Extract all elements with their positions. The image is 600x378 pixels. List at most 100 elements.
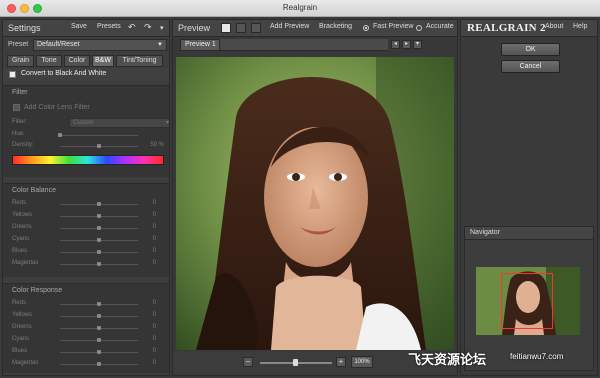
tab-color[interactable]: Color bbox=[64, 55, 90, 67]
navigator-thumbnail[interactable] bbox=[476, 267, 580, 335]
settings-header: Settings Save Presets ↶ ↷ ▾ bbox=[3, 20, 169, 37]
balance-magentas-value: 0 bbox=[152, 260, 156, 266]
redo-icon[interactable]: ↷ bbox=[144, 22, 152, 33]
response-magentas-label: Magentas bbox=[12, 360, 39, 366]
preview-tab-strip bbox=[220, 39, 388, 51]
density-track[interactable] bbox=[60, 144, 138, 148]
response-reds-knob[interactable] bbox=[97, 302, 101, 306]
response-magentas-track[interactable] bbox=[60, 362, 138, 366]
fast-preview-label: Fast Preview bbox=[373, 23, 414, 30]
balance-magentas-label: Magentas bbox=[12, 260, 39, 266]
filter-value: Custom bbox=[73, 120, 94, 126]
zoom-in-button[interactable]: + bbox=[336, 357, 346, 367]
hue-track[interactable] bbox=[58, 133, 138, 137]
balance-magentas-knob[interactable] bbox=[97, 262, 101, 266]
preview-tab-1[interactable]: Preview 1 bbox=[180, 39, 220, 51]
balance-magentas-row: Magentas 0 bbox=[12, 259, 164, 269]
zoom-knob[interactable] bbox=[293, 359, 298, 366]
balance-yellows-track[interactable] bbox=[60, 214, 138, 218]
watermark-text: 飞天资源论坛 bbox=[408, 352, 487, 367]
undo-icon[interactable]: ↶ bbox=[128, 22, 136, 33]
zoom-level-select[interactable]: 100% bbox=[351, 356, 373, 368]
add-lens-filter-checkbox[interactable] bbox=[13, 104, 20, 111]
balance-greens-knob[interactable] bbox=[97, 226, 101, 230]
tab-next-icon[interactable]: ▸ bbox=[402, 40, 411, 49]
response-cyans-track[interactable] bbox=[60, 338, 138, 342]
presets-button[interactable]: Presets bbox=[97, 23, 121, 30]
balance-magentas-track[interactable] bbox=[60, 262, 138, 266]
density-knob[interactable] bbox=[97, 144, 101, 148]
response-yellows-knob[interactable] bbox=[97, 314, 101, 318]
balance-reds-track[interactable] bbox=[60, 202, 138, 206]
preview-title: Preview bbox=[178, 23, 211, 33]
density-label: Density: bbox=[12, 142, 34, 148]
convert-bw-checkbox[interactable] bbox=[9, 71, 16, 78]
color-balance-title: Color Balance bbox=[12, 187, 56, 194]
balance-greens-track[interactable] bbox=[60, 226, 138, 230]
balance-reds-knob[interactable] bbox=[97, 202, 101, 206]
balance-blues-track[interactable] bbox=[60, 250, 138, 254]
balance-cyans-value: 0 bbox=[152, 236, 156, 242]
preview-header: Preview Add Preview Bracketing Fast Prev… bbox=[173, 20, 457, 37]
portrait-photo bbox=[176, 57, 454, 350]
color-spectrum-bar[interactable] bbox=[12, 155, 164, 165]
add-lens-filter-label: Add Color Lens Filter bbox=[24, 104, 90, 111]
response-magentas-row: Magentas 0 bbox=[12, 359, 164, 369]
response-cyans-label: Cyans bbox=[12, 336, 30, 342]
response-yellows-track[interactable] bbox=[60, 314, 138, 318]
preset-select[interactable]: Default/Reset ▼ bbox=[33, 39, 167, 51]
response-blues-knob[interactable] bbox=[97, 350, 101, 354]
balance-blues-knob[interactable] bbox=[97, 250, 101, 254]
single-view-icon[interactable] bbox=[221, 23, 231, 33]
response-cyans-knob[interactable] bbox=[97, 338, 101, 342]
response-yellows-row: Yellows 0 bbox=[12, 311, 164, 321]
preview-image[interactable] bbox=[176, 57, 454, 350]
split-horizontal-icon[interactable] bbox=[236, 23, 246, 33]
response-magentas-knob[interactable] bbox=[97, 362, 101, 366]
balance-yellows-knob[interactable] bbox=[97, 214, 101, 218]
tab-grain[interactable]: Grain bbox=[7, 55, 34, 67]
balance-cyans-track[interactable] bbox=[60, 238, 138, 242]
tab-tint-toning[interactable]: Tint/Toning bbox=[116, 55, 163, 67]
cancel-button[interactable]: Cancel bbox=[501, 60, 560, 73]
balance-cyans-knob[interactable] bbox=[97, 238, 101, 242]
hue-knob[interactable] bbox=[58, 133, 62, 137]
zoom-out-button[interactable]: − bbox=[243, 357, 253, 367]
bracketing-button[interactable]: Bracketing bbox=[319, 23, 352, 30]
response-blues-track[interactable] bbox=[60, 350, 138, 354]
response-greens-track[interactable] bbox=[60, 326, 138, 330]
hue-label: Hue: bbox=[12, 131, 25, 137]
fast-preview-radio[interactable] bbox=[363, 25, 369, 31]
balance-reds-label: Reds bbox=[12, 200, 27, 206]
navigator-viewport-rect[interactable] bbox=[501, 273, 553, 329]
balance-yellows-value: 0 bbox=[152, 212, 156, 218]
preset-row: Preset Default/Reset ▼ bbox=[3, 37, 169, 53]
about-button[interactable]: About bbox=[545, 23, 563, 30]
chevron-down-icon[interactable]: ▾ bbox=[160, 24, 164, 32]
filter-select[interactable]: Custom ▾ bbox=[69, 118, 169, 128]
save-button[interactable]: Save bbox=[71, 23, 87, 30]
convert-bw-row: Convert to Black And White bbox=[3, 68, 169, 81]
settings-panel: Settings Save Presets ↶ ↷ ▾ Preset Defau… bbox=[2, 19, 170, 376]
tab-menu-icon[interactable]: ▾ bbox=[413, 40, 422, 49]
right-panel: REALGRAIN 2 About Help OK Cancel Navigat… bbox=[460, 19, 598, 376]
preview-tabbar: Preview 1 ◂ ▸ ▾ bbox=[173, 37, 457, 53]
ok-button[interactable]: OK bbox=[501, 43, 560, 56]
balance-reds-row: Reds 0 bbox=[12, 199, 164, 209]
zoom-slider[interactable] bbox=[260, 359, 332, 366]
split-vertical-icon[interactable] bbox=[251, 23, 261, 33]
preset-value: Default/Reset bbox=[37, 41, 80, 48]
add-preview-button[interactable]: Add Preview bbox=[270, 23, 309, 30]
tab-tone[interactable]: Tone bbox=[36, 55, 62, 67]
watermark-url: feitianwu7.com bbox=[510, 352, 564, 361]
response-reds-track[interactable] bbox=[60, 302, 138, 306]
tab-prev-icon[interactable]: ◂ bbox=[391, 40, 400, 49]
response-magentas-value: 0 bbox=[152, 360, 156, 366]
help-button[interactable]: Help bbox=[573, 23, 587, 30]
density-value: 50 % bbox=[150, 142, 164, 148]
response-greens-value: 0 bbox=[152, 324, 156, 330]
window-title: Realgrain bbox=[282, 3, 318, 12]
accurate-radio[interactable] bbox=[416, 25, 422, 31]
response-greens-knob[interactable] bbox=[97, 326, 101, 330]
tab-bw[interactable]: B&W bbox=[92, 55, 114, 67]
